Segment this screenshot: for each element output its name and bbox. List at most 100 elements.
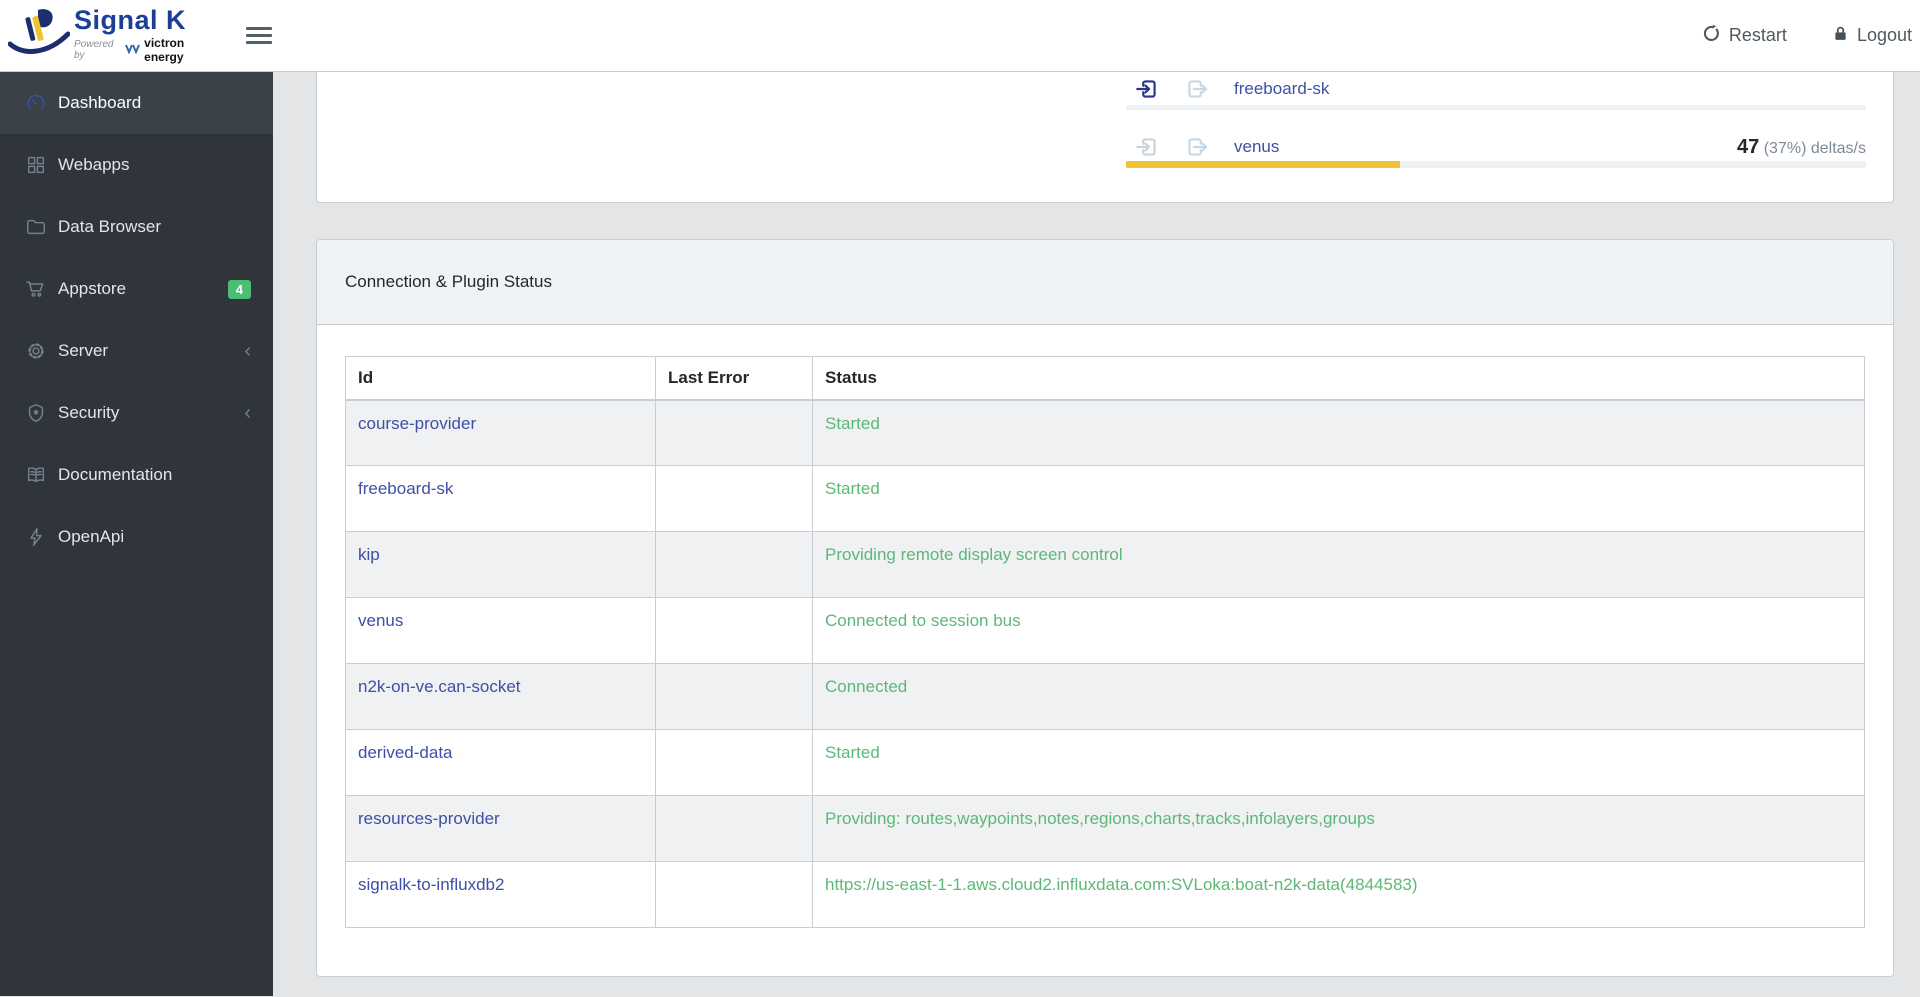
last-error-cell [655, 399, 813, 466]
activity-bar-fill [1126, 161, 1400, 168]
plugin-id-link[interactable]: n2k-on-ve.can-socket [358, 677, 521, 696]
plugin-id-cell: derived-data [345, 729, 656, 796]
sidebar-item-label: OpenApi [58, 527, 125, 546]
plugin-status-table: Id Last Error Status course-provider Starte… [345, 356, 1865, 928]
sidebar: Dashboard Webapps Data Browser Appstore 4 Ser… [0, 72, 273, 996]
sidebar-item-label: Appstore [58, 279, 127, 298]
last-error-cell [655, 729, 813, 796]
main-content[interactable]: freeboard-sk venus 47 (37%) deltas/s Conne… [273, 72, 1920, 996]
sidebar-item-label: Webapps [58, 155, 130, 174]
last-error-cell [655, 861, 813, 928]
table-row: resources-provider Providing: routes,wayp… [345, 795, 1865, 862]
sidebar-item-label: Server [58, 341, 109, 360]
bolt-icon [24, 525, 48, 549]
sidebar-toggle-button[interactable] [240, 17, 278, 54]
table-row: course-provider Started [345, 399, 1865, 466]
appstore-count-badge: 4 [227, 279, 251, 299]
powered-by-label: Powered by [74, 39, 114, 61]
chevron-left-icon: ‹ [244, 402, 251, 424]
provider-link[interactable]: freeboard-sk [1234, 79, 1329, 99]
provider-row: freeboard-sk [1126, 72, 1866, 105]
shield-icon [24, 401, 48, 425]
table-row: n2k-on-ve.can-socket Connected [345, 663, 1865, 730]
book-icon [24, 463, 48, 487]
status-cell: Started [812, 729, 1865, 796]
restart-button[interactable]: Restart [1701, 23, 1787, 49]
sidebar-item-appstore[interactable]: Appstore 4 [0, 258, 273, 320]
status-cell: Providing: routes,waypoints,notes,region… [812, 795, 1865, 862]
signalk-boat-icon [7, 6, 71, 65]
table-row: derived-data Started [345, 729, 1865, 796]
status-cell: https://us-east-1-1.aws.cloud2.influxdat… [812, 861, 1865, 928]
plugin-id-cell: course-provider [345, 399, 656, 466]
gear-icon [24, 339, 48, 363]
lock-icon [1831, 24, 1850, 48]
plugin-id-cell: signalk-to-influxdb2 [345, 861, 656, 928]
provider-activity-bar [1126, 161, 1866, 168]
last-error-cell [655, 597, 813, 664]
sidebar-item-label: Security [58, 403, 120, 422]
plugin-id-cell: kip [345, 531, 656, 598]
plugin-id-link[interactable]: signalk-to-influxdb2 [358, 875, 504, 894]
sidebar-item-webapps[interactable]: Webapps [0, 134, 273, 196]
input-icon [1134, 76, 1160, 102]
provider-link[interactable]: venus [1234, 137, 1279, 157]
chevron-left-icon: ‹ [244, 340, 251, 362]
sidebar-item-label: Dashboard [58, 93, 142, 112]
sidebar-item-server[interactable]: Server ‹ [0, 320, 273, 382]
plugin-id-link[interactable]: resources-provider [358, 809, 500, 828]
victron-brand-label: victron energy [144, 36, 185, 64]
status-cell: Providing remote display screen control [812, 531, 1865, 598]
sidebar-item-label: Documentation [58, 465, 173, 484]
last-error-cell [655, 531, 813, 598]
last-error-cell [655, 465, 813, 532]
app-header: Signal K Powered by victron energy Resta… [0, 0, 1920, 72]
status-cell: Started [812, 465, 1865, 532]
plugin-id-link[interactable]: derived-data [358, 743, 453, 762]
last-error-cell [655, 663, 813, 730]
delta-rate: 47 (37%) deltas/s [1737, 135, 1866, 158]
speedometer-icon [24, 91, 48, 115]
last-error-cell [655, 795, 813, 862]
status-cell: Connected to session bus [812, 597, 1865, 664]
table-row: venus Connected to session bus [345, 597, 1865, 664]
grid-icon [24, 153, 48, 177]
sidebar-item-label: Data Browser [58, 217, 161, 236]
plugin-id-cell: n2k-on-ve.can-socket [345, 663, 656, 730]
sidebar-item-openapi[interactable]: OpenApi [0, 506, 273, 568]
plugin-id-link[interactable]: freeboard-sk [358, 479, 453, 498]
sidebar-item-security[interactable]: Security ‹ [0, 382, 273, 444]
table-row: freeboard-sk Started [345, 465, 1865, 532]
output-icon [1184, 76, 1210, 102]
brand-title: Signal K [74, 5, 187, 35]
signalk-logo[interactable]: Signal K Powered by victron energy [0, 6, 218, 65]
victron-mark-icon [125, 41, 141, 59]
table-row: signalk-to-influxdb2 https://us-east-1-1.… [345, 861, 1865, 928]
cart-icon [24, 277, 48, 301]
activity-panel: freeboard-sk venus 47 (37%) deltas/s [316, 72, 1894, 203]
plugin-id-cell: resources-provider [345, 795, 656, 862]
plugin-id-link[interactable]: kip [358, 545, 380, 564]
logout-button[interactable]: Logout [1831, 24, 1912, 48]
plugin-id-link[interactable]: course-provider [358, 414, 476, 433]
provider-activity-bar [1126, 105, 1866, 110]
restart-icon [1701, 23, 1722, 49]
plugin-id-cell: venus [345, 597, 656, 664]
sidebar-item-dashboard[interactable]: Dashboard [0, 72, 273, 134]
panel-header: Connection & Plugin Status [317, 240, 1893, 325]
plugin-id-cell: freeboard-sk [345, 465, 656, 532]
column-header-id: Id [345, 356, 656, 401]
panel-title: Connection & Plugin Status [345, 272, 552, 291]
sidebar-item-data-browser[interactable]: Data Browser [0, 196, 273, 258]
connection-plugin-status-panel: Connection & Plugin Status Id Last Error S… [316, 239, 1894, 977]
status-cell: Started [812, 399, 1865, 466]
plugin-id-link[interactable]: venus [358, 611, 403, 630]
column-header-status: Status [812, 356, 1865, 401]
output-icon [1184, 134, 1210, 160]
folder-icon [24, 215, 48, 239]
sidebar-item-documentation[interactable]: Documentation [0, 444, 273, 506]
table-row: kip Providing remote display screen contr… [345, 531, 1865, 598]
column-header-last-error: Last Error [655, 356, 813, 401]
input-icon [1134, 134, 1160, 160]
panel-body: Id Last Error Status course-provider Starte… [317, 325, 1893, 976]
